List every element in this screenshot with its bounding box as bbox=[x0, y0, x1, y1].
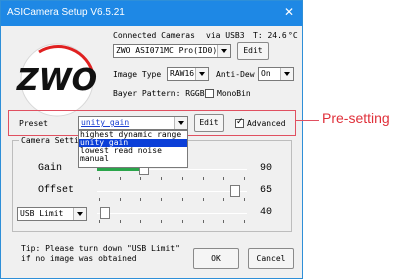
anti-dew-label: Anti-Dew bbox=[216, 70, 255, 79]
tip-line-1: Tip: Please turn down "USB Limit" bbox=[21, 244, 180, 253]
camera-edit-button[interactable]: Edit bbox=[237, 42, 269, 60]
window-title: ASICamera Setup V6.5.21 bbox=[7, 7, 125, 18]
pre-setting-callout: Pre-setting bbox=[322, 110, 390, 126]
monobin-checkbox[interactable] bbox=[205, 89, 214, 98]
camera-select[interactable]: ZWO ASI071MC Pro(ID0) bbox=[113, 44, 231, 58]
preset-option[interactable]: manual bbox=[79, 155, 187, 163]
chevron-down-icon[interactable] bbox=[217, 45, 230, 57]
callout-connector-line bbox=[295, 120, 319, 121]
usb-limit-slider-thumb[interactable] bbox=[99, 207, 110, 219]
close-icon[interactable]: ✕ bbox=[284, 5, 294, 19]
gain-value: 90 bbox=[260, 163, 273, 174]
usb-limit-ticks bbox=[99, 220, 245, 223]
image-type-select[interactable]: RAW16 bbox=[167, 67, 209, 81]
preset-select[interactable]: unity gain bbox=[78, 116, 188, 130]
ok-button[interactable]: OK bbox=[193, 248, 239, 269]
advanced-label: Advanced bbox=[247, 119, 286, 128]
offset-ticks bbox=[99, 198, 245, 201]
gain-ticks bbox=[99, 177, 245, 180]
temperature-readout: T: 24.6 bbox=[253, 31, 287, 40]
setup-dialog: ASICamera Setup V6.5.21 ✕ ZWO Connected … bbox=[0, 0, 303, 279]
anti-dew-select[interactable]: On bbox=[258, 67, 294, 81]
image-type-value: RAW16 bbox=[170, 69, 195, 78]
chevron-down-icon[interactable] bbox=[73, 208, 86, 220]
preset-edit-button[interactable]: Edit bbox=[194, 114, 224, 132]
offset-label: Offset bbox=[38, 185, 75, 196]
offset-value: 65 bbox=[260, 185, 273, 196]
chevron-down-icon[interactable] bbox=[195, 68, 208, 80]
usb-limit-select[interactable]: USB Limit bbox=[17, 207, 87, 221]
cancel-button[interactable]: Cancel bbox=[248, 248, 294, 269]
usb-limit-track bbox=[97, 213, 247, 214]
bayer-pattern-label: Bayer Pattern: RGGB bbox=[113, 89, 205, 98]
image-type-label: Image Type bbox=[113, 70, 162, 79]
chevron-down-icon[interactable] bbox=[174, 117, 187, 129]
via-usb-label: via USB3 bbox=[206, 31, 245, 40]
camera-select-value: ZWO ASI071MC Pro(ID0) bbox=[116, 46, 218, 55]
logo-text: ZWO bbox=[16, 63, 97, 98]
preset-select-value: unity gain bbox=[81, 118, 130, 127]
zwo-logo: ZWO bbox=[16, 43, 97, 117]
chevron-down-icon[interactable] bbox=[280, 68, 293, 80]
temperature-unit: °C bbox=[288, 31, 298, 40]
advanced-checkbox[interactable] bbox=[235, 117, 244, 128]
monobin-label: MonoBin bbox=[217, 89, 251, 98]
usb-limit-select-value: USB Limit bbox=[20, 209, 64, 218]
tip-line-2: if no image was obtained bbox=[21, 254, 137, 263]
offset-slider-thumb[interactable] bbox=[230, 185, 240, 197]
preset-dropdown-list: highest dynamic range unity gain lowest re… bbox=[78, 130, 188, 168]
offset-track bbox=[97, 191, 247, 192]
gain-label: Gain bbox=[38, 163, 63, 174]
title-bar[interactable]: ASICamera Setup V6.5.21 ✕ bbox=[1, 1, 302, 26]
usb-limit-value: 40 bbox=[260, 207, 273, 218]
preset-label: Preset bbox=[19, 119, 48, 128]
anti-dew-value: On bbox=[261, 69, 271, 78]
connected-cameras-label: Connected Cameras bbox=[113, 31, 195, 40]
